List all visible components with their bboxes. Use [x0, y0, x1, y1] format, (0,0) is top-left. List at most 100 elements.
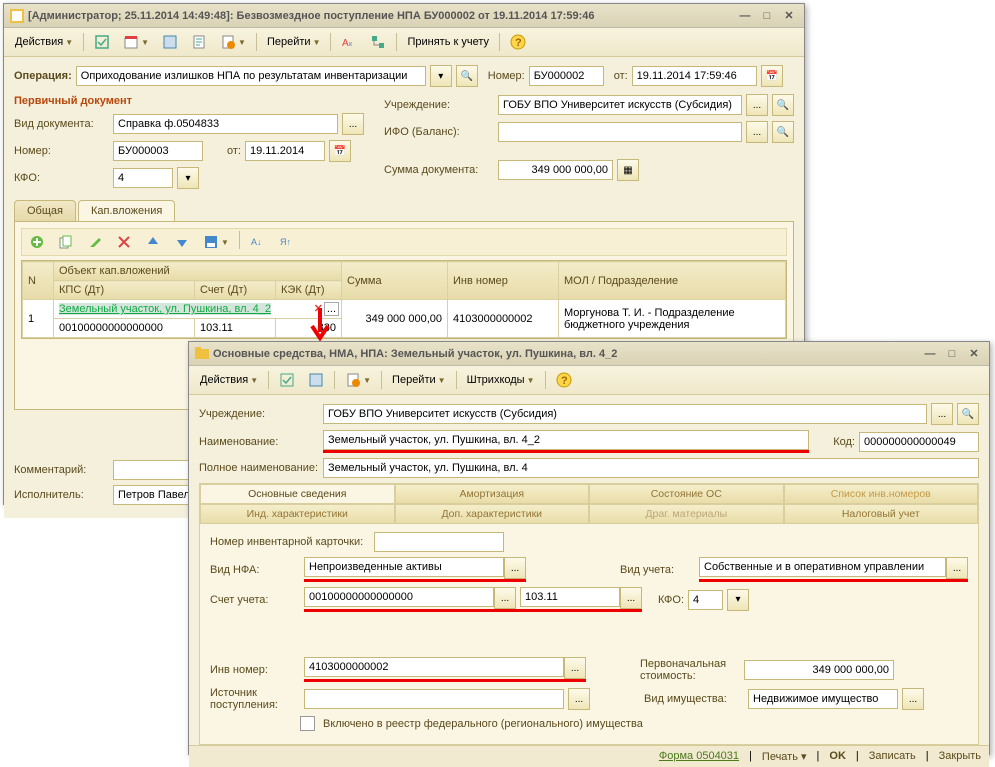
operation-search-icon[interactable]: 🔍	[456, 65, 478, 87]
registry-checkbox[interactable]	[300, 716, 315, 731]
tool-icon-4[interactable]	[186, 31, 212, 53]
acct1-picker[interactable]: ...	[494, 587, 516, 609]
ifo-picker[interactable]: ...	[746, 121, 768, 143]
inv-field[interactable]	[304, 657, 564, 677]
tab-state[interactable]: Состояние ОС	[589, 484, 784, 504]
tab-tax[interactable]: Налоговый учет	[784, 504, 979, 524]
tab-kap[interactable]: Кап.вложения	[78, 200, 175, 221]
acct-field-1[interactable]	[304, 587, 494, 607]
proptype-field[interactable]	[748, 689, 898, 709]
tool-icon-2[interactable]: ▼	[118, 31, 154, 53]
inv-picker[interactable]: ...	[564, 657, 586, 679]
col-acc[interactable]: Счет (Дт)	[195, 281, 276, 300]
delete-row-icon[interactable]	[111, 231, 137, 253]
accept-button[interactable]: Принять к учету	[402, 33, 494, 51]
card-field[interactable]	[374, 532, 504, 552]
ok-button[interactable]: OK	[829, 750, 846, 763]
org-search-icon[interactable]: 🔍	[772, 94, 794, 116]
kap-grid[interactable]: N Объект кап.вложений Сумма Инв номер МО…	[21, 260, 787, 339]
kfo-field[interactable]	[113, 168, 173, 188]
acct-type-picker[interactable]: ...	[946, 557, 968, 579]
tab-general[interactable]: Общая	[14, 200, 76, 221]
ifo-field[interactable]	[498, 122, 742, 142]
proptype-picker[interactable]: ...	[902, 688, 924, 710]
close-button[interactable]: Закрыть	[939, 750, 981, 763]
save-grid-icon[interactable]: ▼	[198, 231, 234, 253]
date2-picker-icon[interactable]: 📅	[329, 140, 351, 162]
tab-drag[interactable]: Драг. материалы	[589, 504, 784, 524]
tab-dop[interactable]: Доп. характеристики	[395, 504, 590, 524]
table-row[interactable]: 1 Земельный участок, ул. Пушкина, вл. 4_…	[23, 300, 786, 319]
help-icon[interactable]: ?	[505, 31, 531, 53]
src-field[interactable]	[304, 689, 564, 709]
close-button[interactable]: ✕	[965, 346, 983, 361]
org-field[interactable]	[323, 404, 927, 424]
acct-field-2[interactable]	[520, 587, 620, 607]
name-field[interactable]	[323, 430, 809, 450]
copy-row-icon[interactable]	[53, 231, 79, 253]
goto-menu[interactable]: Перейти▼	[262, 33, 326, 51]
help-icon[interactable]: ?	[551, 369, 577, 391]
nfa-field[interactable]	[304, 557, 504, 577]
goto-menu[interactable]: Перейти▼	[387, 371, 451, 389]
number2-field[interactable]	[113, 141, 203, 161]
col-kek[interactable]: КЭК (Дт)	[276, 281, 342, 300]
add-row-icon[interactable]	[24, 231, 50, 253]
barcodes-menu[interactable]: Штрихкоды▼	[462, 371, 540, 389]
actions-menu[interactable]: Действия▼	[195, 371, 263, 389]
maximize-button[interactable]: □	[943, 346, 961, 361]
sort-asc-icon[interactable]: А↓	[245, 231, 271, 253]
date2-field[interactable]	[245, 141, 325, 161]
col-inv[interactable]: Инв номер	[448, 262, 559, 300]
nfa-picker[interactable]: ...	[504, 557, 526, 579]
kfo2-dropdown[interactable]: ▾	[727, 589, 749, 611]
tool-icon-5[interactable]: ▼	[215, 31, 251, 53]
sum-field[interactable]	[498, 160, 613, 180]
edit-row-icon[interactable]	[82, 231, 108, 253]
tab-ind[interactable]: Инд. характеристики	[200, 504, 395, 524]
date-picker-icon[interactable]: 📅	[761, 65, 783, 87]
tool-icon-a[interactable]	[274, 369, 300, 391]
close-button[interactable]: ✕	[780, 8, 798, 23]
tool-icon-1[interactable]	[89, 31, 115, 53]
org-search-icon[interactable]: 🔍	[957, 403, 979, 425]
initcost-field[interactable]	[744, 660, 894, 680]
comment-field[interactable]	[113, 460, 193, 480]
tool-icon-dk[interactable]: Ак	[336, 31, 362, 53]
minimize-button[interactable]: —	[736, 8, 754, 23]
col-n[interactable]: N	[23, 262, 54, 300]
org-picker[interactable]: ...	[931, 403, 953, 425]
form-link[interactable]: Форма 0504031	[659, 750, 739, 763]
col-mol[interactable]: МОЛ / Подразделение	[559, 262, 786, 300]
move-down-icon[interactable]	[169, 231, 195, 253]
operation-field[interactable]	[76, 66, 426, 86]
col-kps[interactable]: КПС (Дт)	[54, 281, 195, 300]
src-picker[interactable]: ...	[568, 688, 590, 710]
tab-main-info[interactable]: Основные сведения	[200, 484, 395, 504]
exec-field[interactable]	[113, 485, 193, 505]
tool-icon-3[interactable]	[157, 31, 183, 53]
sum-calc-icon[interactable]: ▦	[617, 159, 639, 181]
code-field[interactable]	[859, 432, 979, 452]
tool-icon-tree[interactable]	[365, 31, 391, 53]
doc-type-picker[interactable]: ...	[342, 113, 364, 135]
move-up-icon[interactable]	[140, 231, 166, 253]
doc-type-field[interactable]	[113, 114, 338, 134]
save-button[interactable]: Записать	[869, 750, 916, 763]
org-field[interactable]	[498, 95, 742, 115]
acct2-picker[interactable]: ...	[620, 587, 642, 609]
cell-obj[interactable]: Земельный участок, ул. Пушкина, вл. 4_2	[59, 303, 271, 315]
col-obj[interactable]: Объект кап.вложений	[54, 262, 342, 281]
print-button[interactable]: Печать ▾	[762, 750, 807, 763]
sort-desc-icon[interactable]: Я↑	[274, 231, 300, 253]
kfo2-field[interactable]	[688, 590, 723, 610]
tool-icon-b[interactable]	[303, 369, 329, 391]
tab-amort[interactable]: Амортизация	[395, 484, 590, 504]
kfo-dropdown[interactable]: ▾	[177, 167, 199, 189]
col-sum[interactable]: Сумма	[342, 262, 448, 300]
date-field[interactable]	[632, 66, 757, 86]
ifo-search-icon[interactable]: 🔍	[772, 121, 794, 143]
org-picker[interactable]: ...	[746, 94, 768, 116]
number-field[interactable]	[529, 66, 604, 86]
tool-icon-c[interactable]: ▼	[340, 369, 376, 391]
